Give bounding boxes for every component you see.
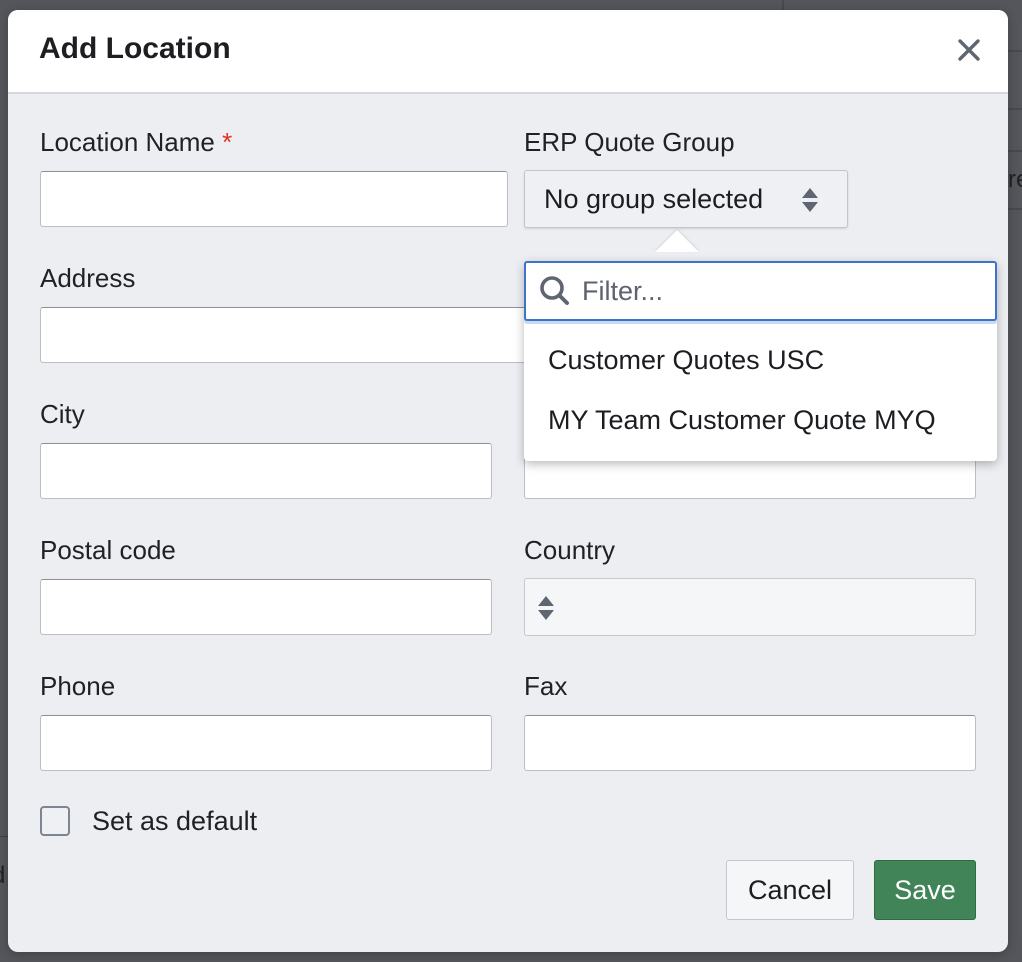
location-name-label-text: Location Name [40,127,215,157]
postal-code-label: Postal code [40,535,176,565]
background-text: re [1008,166,1022,193]
background-divider [782,0,784,10]
required-marker: * [222,127,233,157]
dropdown-option-label: Customer Quotes USC [548,345,825,375]
set-as-default-label[interactable]: Set as default [92,806,257,837]
country-label: Country [524,535,616,565]
background-divider [1008,150,1022,152]
close-icon [958,39,980,61]
background-divider [1008,50,1022,52]
dropdown-option[interactable]: MY Team Customer Quote MYQ [524,393,997,447]
cancel-button[interactable]: Cancel [726,860,854,920]
dropdown-option-label: MY Team Customer Quote MYQ [548,405,936,435]
country-select[interactable] [524,578,976,636]
background-divider [1008,108,1022,110]
updown-chevron-icon [538,596,554,620]
background-text: i [0,572,1,600]
updown-chevron-icon [802,188,818,212]
fax-input[interactable] [524,715,976,771]
city-input[interactable] [40,443,492,499]
phone-label: Phone [40,671,116,701]
erp-quote-group-dropdown: Customer Quotes USC MY Team Customer Quo… [524,261,997,461]
dialog-title: Add Location [39,32,231,65]
background-text: d [0,862,5,890]
erp-quote-group-label: ERP Quote Group [524,127,735,157]
set-as-default-checkbox[interactable] [40,806,70,836]
location-name-input[interactable] [40,171,508,227]
close-button[interactable] [956,37,982,63]
filter-field[interactable] [524,261,997,321]
fax-label: Fax [524,671,568,701]
erp-quote-group-selected: No group selected [544,184,764,214]
background-divider [1008,208,1022,210]
save-button[interactable]: Save [874,860,976,920]
search-icon [540,276,569,305]
filter-input[interactable] [582,271,982,311]
location-name-label: Location Name * [40,127,232,158]
dialog-header: Add Location [8,10,1008,94]
city-label: City [40,399,85,429]
postal-code-input[interactable] [40,579,492,635]
dropdown-option[interactable]: Customer Quotes USC [524,333,997,387]
erp-quote-group-select[interactable]: No group selected [524,170,848,228]
address-label: Address [40,263,136,293]
background-divider [0,836,8,837]
popover-arrow [655,230,699,252]
phone-input[interactable] [40,715,492,771]
